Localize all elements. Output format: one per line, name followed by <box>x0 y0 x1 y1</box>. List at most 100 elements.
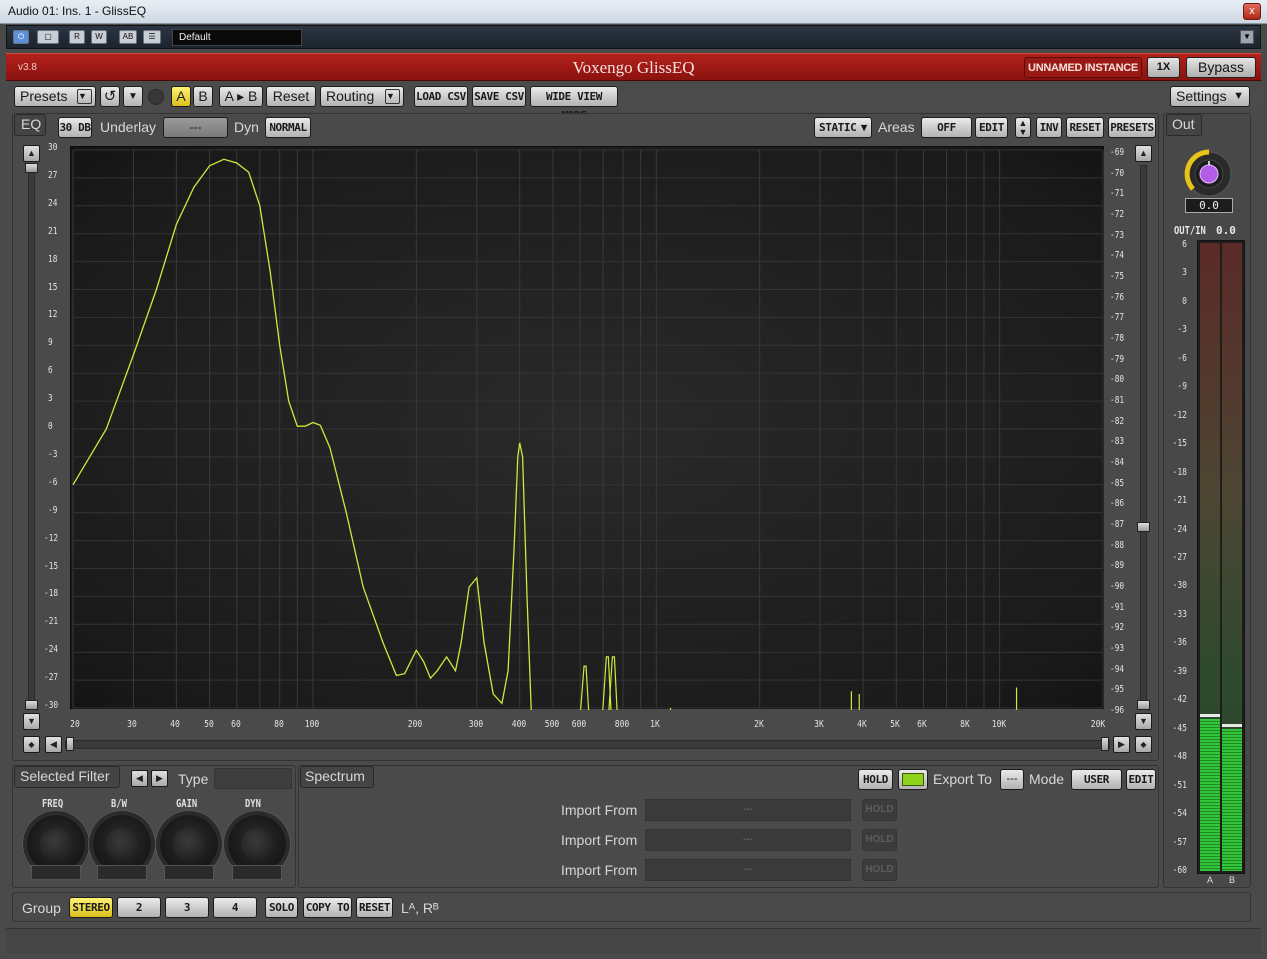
dyn-mode-button[interactable]: NORMAL <box>265 117 311 138</box>
group-stereo-button[interactable]: STEREO <box>69 897 113 918</box>
spectrum-color-swatch <box>902 773 924 786</box>
compare-button[interactable]: ▢ <box>37 30 59 44</box>
import-from-field-1[interactable]: --- <box>645 799 851 821</box>
scroll-left-icon[interactable]: ◀ <box>45 736 62 753</box>
gain-value-field[interactable] <box>164 865 214 880</box>
frequency-tick-label: 400 <box>511 719 526 730</box>
underlay-selector[interactable]: --- <box>163 117 228 138</box>
import-hold-button-3[interactable]: HOLD <box>862 859 897 881</box>
copy-a-to-b-button[interactable]: A ▸ B <box>219 86 263 107</box>
left-scroll-handle[interactable] <box>25 163 38 173</box>
horizontal-scrollbar[interactable] <box>65 740 1110 749</box>
presets-button[interactable]: Presets ▼ <box>14 86 96 107</box>
static-mode-button[interactable]: STATIC ▼ <box>814 117 872 138</box>
next-filter-icon[interactable]: ▶ <box>151 770 168 787</box>
spectrum-tick-label: -77 <box>1110 312 1125 324</box>
group-4-button[interactable]: 4 <box>213 897 257 918</box>
chevron-down-icon: ▼ <box>385 89 400 104</box>
range-button[interactable]: 30 DB <box>58 117 92 138</box>
import-hold-button-2[interactable]: HOLD <box>862 829 897 851</box>
frequency-tick-label: 20K <box>1090 719 1106 730</box>
scroll-right-icon[interactable]: ▶ <box>1113 736 1130 753</box>
preset-b-button[interactable]: B <box>193 86 213 107</box>
write-automation-button[interactable]: W <box>91 30 107 44</box>
status-bar <box>6 928 1261 954</box>
import-from-field-3[interactable]: --- <box>645 859 851 881</box>
bypass-button[interactable]: Bypass <box>1186 57 1256 78</box>
import-from-label-3: Import From <box>561 862 638 878</box>
bw-value-field[interactable] <box>97 865 147 880</box>
right-scroll-handle-bottom[interactable] <box>1137 700 1150 710</box>
scroll-up-icon[interactable]: ▲ <box>23 145 40 162</box>
gain-tick-label: 27 <box>48 169 58 181</box>
zoom-fit-icon[interactable]: ◆ <box>1135 736 1152 753</box>
group-3-button[interactable]: 3 <box>165 897 209 918</box>
output-gain-knob[interactable] <box>1180 145 1240 197</box>
output-gain-value[interactable]: 0.0 <box>1185 198 1233 213</box>
spectrum-mode-button[interactable]: USER <box>1071 769 1122 790</box>
dyn-value-field[interactable] <box>232 865 282 880</box>
spectrum-color-button[interactable] <box>898 769 928 790</box>
import-from-field-2[interactable]: --- <box>645 829 851 851</box>
filter-type-selector[interactable] <box>214 768 292 789</box>
reset-button[interactable]: Reset <box>266 86 316 107</box>
meter-tick-label: -18 <box>1172 466 1187 478</box>
gain-tick-label: -15 <box>44 560 59 572</box>
read-automation-button[interactable]: R <box>69 30 85 44</box>
right-vertical-scrollbar[interactable] <box>1140 165 1147 705</box>
preset-a-button[interactable]: A <box>171 86 191 107</box>
h-scroll-handle-right[interactable] <box>1101 737 1109 751</box>
undo-history-chevron-icon[interactable]: ▼ <box>123 86 143 107</box>
areas-button[interactable]: OFF <box>921 117 972 138</box>
undo-icon[interactable]: ↺ <box>100 86 120 107</box>
host-preset-field[interactable]: Default <box>172 29 302 46</box>
left-scroll-handle-bottom[interactable] <box>25 700 38 710</box>
host-menu-button[interactable]: ☰ <box>143 30 161 44</box>
presets-label: Presets <box>20 88 68 104</box>
spectrum-label: Spectrum <box>305 768 365 784</box>
spectrum-hold-button[interactable]: HOLD <box>858 769 893 790</box>
scroll-down-icon[interactable]: ▼ <box>1135 713 1152 730</box>
save-csv-button[interactable]: SAVE CSV <box>472 86 526 107</box>
import-from-label-1: Import From <box>561 802 638 818</box>
right-scroll-handle[interactable] <box>1137 522 1150 532</box>
meter-tick-label: -51 <box>1172 779 1187 791</box>
eq-presets-button[interactable]: PRESETS <box>1108 117 1156 138</box>
invert-button[interactable]: INV <box>1036 117 1062 138</box>
zoom-fit-icon[interactable]: ◆ <box>23 736 40 753</box>
redo-icon[interactable] <box>148 89 164 105</box>
group-reset-button[interactable]: RESET <box>356 897 393 918</box>
eq-reset-button[interactable]: RESET <box>1066 117 1104 138</box>
load-csv-button[interactable]: LOAD CSV <box>414 86 468 107</box>
scroll-up-icon[interactable]: ▲ <box>1135 145 1152 162</box>
spectrum-edit-button[interactable]: EDIT <box>1126 769 1156 790</box>
eq-graph[interactable] <box>70 146 1104 718</box>
h-scroll-handle-left[interactable] <box>66 737 74 751</box>
group-2-button[interactable]: 2 <box>117 897 161 918</box>
wide-view-button[interactable]: WIDE VIEW MODE <box>530 86 618 122</box>
scroll-down-icon[interactable]: ▼ <box>23 713 40 730</box>
meter-tick-label: -27 <box>1172 552 1187 563</box>
ab-switch-button[interactable]: AB <box>119 30 137 44</box>
frequency-tick-label: 3K <box>814 719 824 730</box>
stepper-icon[interactable]: ▲ ▼ <box>1015 117 1031 138</box>
spectrum-tick-label: -92 <box>1110 622 1125 634</box>
freq-value-field[interactable] <box>31 865 81 880</box>
close-button[interactable]: x <box>1243 3 1261 20</box>
copy-to-button[interactable]: COPY TO <box>303 897 352 918</box>
instance-name-button[interactable]: UNNAMED INSTANCE <box>1024 57 1142 78</box>
spectrum-tick-label: -83 <box>1110 436 1125 448</box>
gain-tick-label: 0 <box>48 421 53 432</box>
host-collapse-icon[interactable]: ▼ <box>1240 30 1254 44</box>
areas-edit-button[interactable]: EDIT <box>975 117 1008 138</box>
prev-filter-icon[interactable]: ◀ <box>131 770 148 787</box>
routing-button[interactable]: Routing ▼ <box>320 86 404 107</box>
spectrum-tick-label: -80 <box>1110 374 1125 386</box>
left-vertical-scrollbar[interactable] <box>28 165 35 705</box>
power-button[interactable]: ⏻ <box>13 30 29 44</box>
solo-button[interactable]: SOLO <box>265 897 298 918</box>
meter-tick-label: -30 <box>1172 580 1187 592</box>
export-to-selector[interactable]: --- <box>1000 769 1024 790</box>
spectrum-tick-label: -82 <box>1110 415 1125 427</box>
import-hold-button-1[interactable]: HOLD <box>862 799 897 821</box>
